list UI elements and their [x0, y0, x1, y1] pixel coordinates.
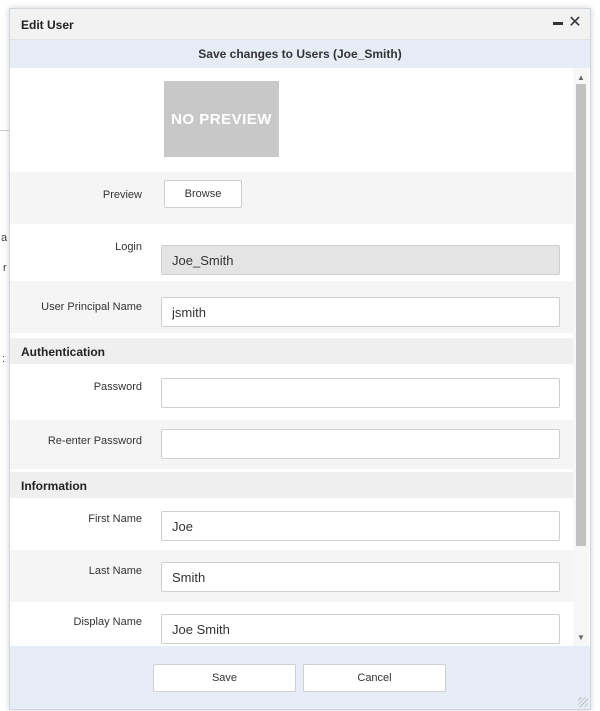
- login-row: Login: [10, 224, 573, 276]
- scrollbar-thumb[interactable]: [576, 84, 586, 546]
- last-name-row: Last Name: [10, 550, 573, 602]
- password-field[interactable]: [161, 378, 560, 408]
- dialog-title: Edit User: [21, 18, 74, 32]
- last-name-label: Last Name: [88, 565, 142, 577]
- background-text-fragment: r: [3, 262, 7, 274]
- section-information: Information: [10, 472, 573, 498]
- preview-row: Preview Browse: [10, 172, 573, 224]
- edit-user-dialog: Edit User ✕ Save changes to Users (Joe_S…: [9, 8, 591, 710]
- minimize-icon[interactable]: [550, 14, 566, 32]
- display-name-row: Display Name: [10, 602, 573, 646]
- reenter-password-row: Re-enter Password: [10, 420, 573, 469]
- upn-label: User Principal Name: [41, 301, 142, 313]
- upn-row: User Principal Name: [10, 281, 573, 333]
- password-row: Password: [10, 364, 573, 420]
- dialog-footer: Save Cancel: [10, 646, 590, 709]
- first-name-field[interactable]: [161, 511, 560, 541]
- password-label: Password: [93, 381, 142, 393]
- dialog-header: Save changes to Users (Joe_Smith): [10, 40, 590, 68]
- user-preview-image: NO PREVIEW: [164, 81, 279, 157]
- reenter-password-field[interactable]: [161, 429, 560, 459]
- dialog-titlebar[interactable]: Edit User ✕: [10, 9, 590, 40]
- section-information-title: Information: [21, 479, 87, 493]
- section-authentication-title: Authentication: [21, 345, 105, 359]
- save-button[interactable]: Save: [153, 664, 296, 692]
- resize-grip-icon[interactable]: [578, 697, 588, 707]
- login-label: Login: [115, 241, 142, 253]
- form-scroll-area[interactable]: NO PREVIEW Preview Browse Login User Pri…: [10, 68, 573, 646]
- login-field[interactable]: [161, 245, 560, 275]
- scroll-down-icon[interactable]: ▼: [573, 630, 589, 644]
- section-authentication: Authentication: [10, 338, 573, 364]
- browse-button[interactable]: Browse: [164, 180, 242, 208]
- background-text-fragment: :: [2, 353, 6, 365]
- reenter-password-label: Re-enter Password: [47, 435, 142, 447]
- upn-field[interactable]: [161, 297, 560, 327]
- display-name-label: Display Name: [73, 616, 142, 628]
- first-name-label: First Name: [88, 513, 142, 525]
- first-name-row: First Name: [10, 498, 573, 550]
- close-icon[interactable]: ✕: [567, 14, 583, 32]
- form-scrollbar[interactable]: ▲ ▼: [573, 68, 589, 646]
- cancel-button[interactable]: Cancel: [303, 664, 446, 692]
- preview-label: Preview: [102, 189, 142, 201]
- last-name-field[interactable]: [161, 562, 560, 592]
- scroll-up-icon[interactable]: ▲: [573, 70, 589, 84]
- display-name-field[interactable]: [161, 614, 560, 644]
- background-text-fragment: a: [1, 232, 8, 244]
